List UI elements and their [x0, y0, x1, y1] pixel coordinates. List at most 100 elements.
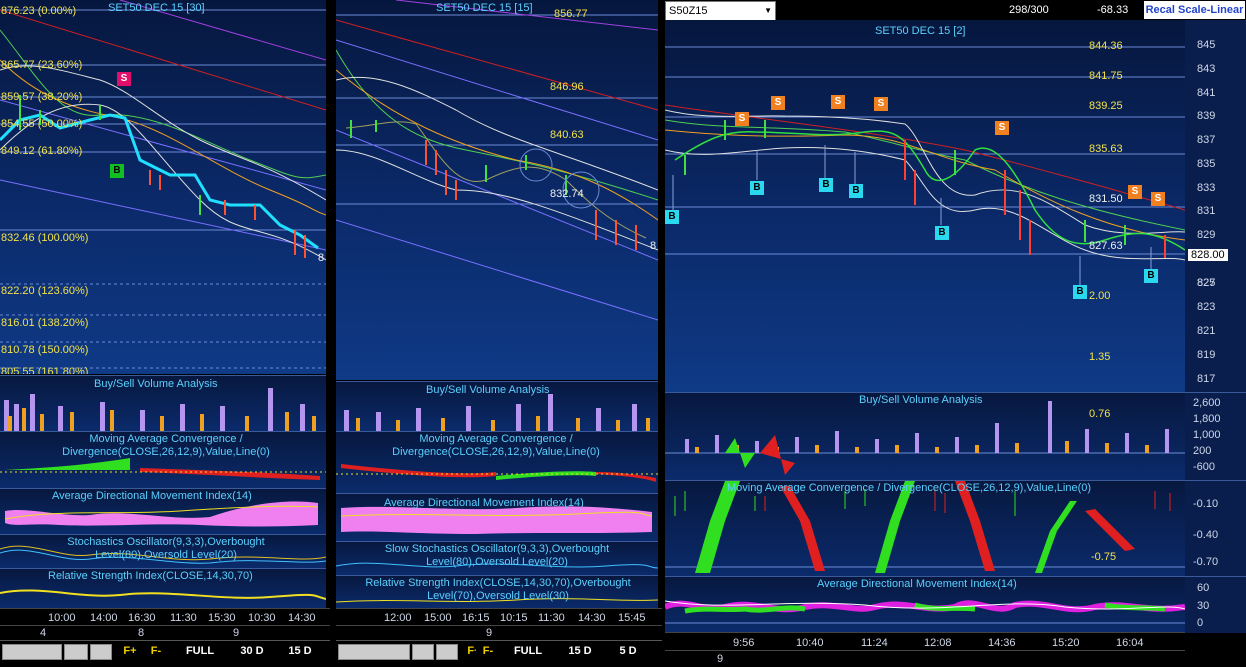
scroll-right-button[interactable] [90, 644, 112, 660]
volume-pane-2[interactable]: Buy/Sell Volume Analysis 0.76 2,600 1,80… [665, 392, 1246, 481]
buy-marker[interactable]: B [110, 164, 124, 178]
sell-marker[interactable]: S [735, 112, 749, 126]
stoch-pane-15[interactable]: Slow Stochastics Oscillator(9,3,3),Overb… [336, 541, 658, 576]
fib-level: 865.77 (23.60%) [1, 59, 83, 71]
axis-tick: 839 [1197, 110, 1216, 122]
time-tick: 12:00 [384, 612, 412, 624]
rsi-pane-30[interactable]: Relative Strength Index(CLOSE,14,30,70) [0, 568, 326, 609]
macd-pane-30[interactable]: Moving Average Convergence / Divergence(… [0, 431, 326, 489]
scroll-thumb[interactable] [64, 644, 88, 660]
price-plot-2[interactable]: SET50 DEC 15 [2] 844.36 841.75 839.25 83… [665, 20, 1185, 392]
full-button[interactable]: FULL [506, 644, 550, 659]
sell-marker[interactable]: S [117, 72, 131, 86]
buy-marker[interactable]: B [1073, 285, 1087, 299]
axis-tick: 1,000 [1193, 429, 1221, 441]
chart-title: SET50 DEC 15 [15] [436, 2, 533, 14]
price-axis[interactable]: 845 843 841 839 837 835 833 831 829 827 … [1185, 20, 1246, 392]
volume-axis: 2,600 1,800 1,000 200 -600 [1185, 393, 1246, 481]
chart-panel-2[interactable]: S50Z15 ▼ 298/300 -68.33 Recal Scale-Line… [665, 0, 1246, 667]
chart-title: SET50 DEC 15 [2] [875, 25, 966, 37]
scroll-thumb[interactable] [412, 644, 434, 660]
price-level: 835.63 [1089, 143, 1123, 155]
sell-marker[interactable]: S [1128, 185, 1142, 199]
bar-counter: 298/300 [1009, 4, 1049, 16]
full-button[interactable]: FULL [178, 644, 222, 659]
time-tick: 10:15 [500, 612, 528, 624]
period-15d-button[interactable]: 15 D [558, 644, 602, 659]
sell-marker[interactable]: S [995, 121, 1009, 135]
indicator-title: Buy/Sell Volume Analysis [94, 378, 218, 390]
time-tick: 12:08 [924, 637, 952, 649]
macd-pane-2[interactable]: Moving Average Convergence / Divergence(… [665, 480, 1246, 577]
price-level: 1.35 [1089, 351, 1111, 363]
buy-marker[interactable]: B [849, 184, 863, 198]
axis-tick: 1,800 [1193, 413, 1221, 425]
buy-marker[interactable]: B [750, 181, 764, 195]
stoch-pane-30[interactable]: Stochastics Oscillator(9,3,3),Overbought… [0, 534, 326, 569]
fib-level: 849.12 (61.80%) [1, 145, 83, 157]
axis-tick: -0.40 [1193, 529, 1219, 541]
price-level: 839.25 [1089, 100, 1123, 112]
zoom-out-button[interactable]: F- [144, 644, 168, 659]
adx-pane-30[interactable]: Average Directional Movement Index(14) [0, 488, 326, 535]
indicator-title: Relative Strength Index(CLOSE,14,30,70),… [365, 577, 631, 602]
volume-pane-15[interactable]: Buy/Sell Volume Analysis [336, 381, 658, 432]
control-bar-30: F+ F- FULL 30 D 15 D [0, 640, 330, 667]
price-plot-30[interactable]: SET50 DEC 15 [30] 876.23 (0.00%) 865.77 … [0, 0, 326, 374]
period-30d-button[interactable]: 30 D [230, 644, 274, 659]
rsi-pane-15[interactable]: Relative Strength Index(CLOSE,14,30,70),… [336, 575, 658, 609]
indicator-title: Average Directional Movement Index(14) [52, 490, 252, 502]
scroll-track[interactable] [2, 644, 62, 660]
axis-tick: 30 [1197, 600, 1210, 612]
axis-tick: -0.10 [1193, 498, 1219, 510]
fib-level: 805.55 (161.80%) [1, 366, 89, 374]
buy-marker[interactable]: B [935, 226, 949, 240]
chart-panel-15[interactable]: SET50 DEC 15 [15] 856.77 846.96 840.63 8… [336, 0, 662, 667]
indicator-title: Buy/Sell Volume Analysis [426, 384, 550, 396]
adx-pane-2[interactable]: Average Directional Movement Index(14) 6… [665, 576, 1246, 633]
axis-tick: 2,600 [1193, 397, 1221, 409]
axis-tick: 845 [1197, 39, 1216, 51]
scroll-right-button[interactable] [436, 644, 458, 660]
time-tick: 15:20 [1052, 637, 1080, 649]
buy-marker[interactable]: B [1144, 269, 1158, 283]
date-tick: 4 [40, 627, 47, 639]
time-tick: 16:30 [128, 612, 156, 624]
axis-tick: 0 [1197, 617, 1204, 629]
axis-tick: 817 [1197, 373, 1216, 385]
scroll-track[interactable] [338, 644, 410, 660]
sell-marker[interactable]: S [831, 95, 845, 109]
volume-pane-30[interactable]: Buy/Sell Volume Analysis [0, 375, 326, 432]
adx-axis: 60 30 0 [1185, 577, 1246, 633]
time-tick: 11:24 [861, 637, 888, 649]
control-bar-15: F+ F- FULL 15 D 5 D [336, 640, 662, 667]
sell-marker[interactable]: S [771, 96, 785, 110]
time-tick: 10:40 [796, 637, 824, 649]
chart-panel-30[interactable]: SET50 DEC 15 [30] 876.23 (0.00%) 865.77 … [0, 0, 330, 667]
chevron-down-icon: ▼ [764, 6, 772, 15]
symbol-select[interactable]: S50Z15 ▼ [665, 1, 776, 21]
period-15d-button[interactable]: 15 D [280, 644, 320, 659]
price-level: 856.77 [554, 8, 588, 20]
period-5d-button[interactable]: 5 D [608, 644, 648, 659]
volume-bars-2 [665, 401, 1185, 475]
adx-pane-15[interactable]: Average Directional Movement Index(14) [336, 493, 658, 542]
zoom-in-button[interactable]: F+ [118, 644, 142, 659]
indicator-title: Stochastics Oscillator(9,3,3),Overbought… [67, 536, 265, 561]
time-tick: 14:30 [578, 612, 606, 624]
recal-scale-button[interactable]: Recal Scale-Linear [1144, 1, 1245, 19]
chart-title: SET50 DEC 15 [30] [108, 2, 205, 14]
fib-level: 810.78 (150.00%) [1, 344, 89, 356]
date-axis-30: 4 8 9 [0, 625, 330, 641]
date-tick: 8 [138, 627, 145, 639]
price-plot-15[interactable]: SET50 DEC 15 [15] 856.77 846.96 840.63 8… [336, 0, 658, 380]
indicator-title: Relative Strength Index(CLOSE,14,30,70) [48, 570, 253, 582]
zoom-out-button[interactable]: F- [476, 644, 500, 659]
buy-marker[interactable]: B [819, 178, 833, 192]
buy-marker[interactable]: B [665, 210, 679, 224]
macd-pane-15[interactable]: Moving Average Convergence / Divergence(… [336, 431, 658, 494]
date-tick: 9 [717, 653, 724, 665]
sell-marker[interactable]: S [1151, 192, 1165, 206]
sell-marker[interactable]: S [874, 97, 888, 111]
axis-tick: 831 [1197, 205, 1216, 217]
